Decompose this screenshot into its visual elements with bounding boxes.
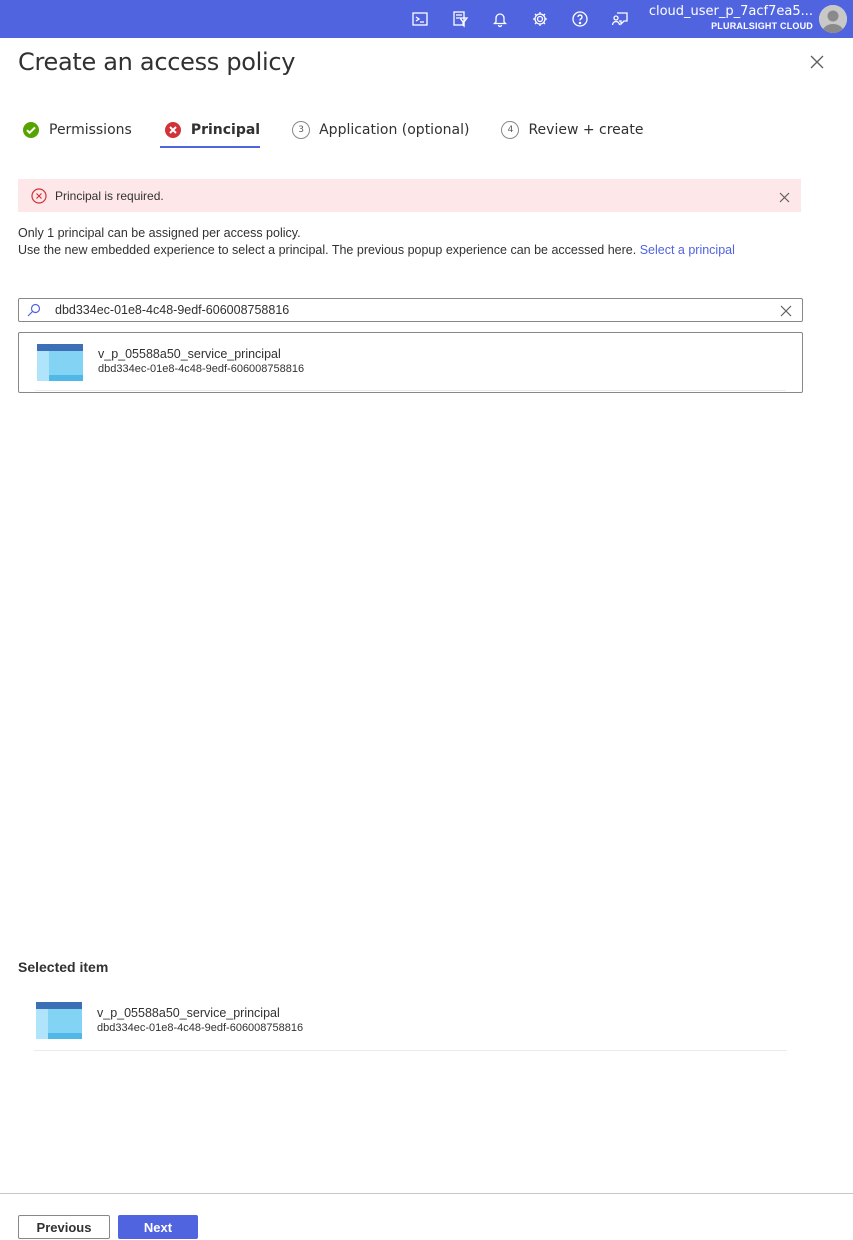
page-title: Create an access policy [18, 48, 296, 76]
account-tenant: PLURALSIGHT CLOUD [711, 21, 813, 31]
app-registration-icon [36, 1002, 82, 1039]
error-circle-icon [164, 122, 181, 138]
feedback-icon[interactable] [600, 0, 640, 38]
directory-filter-icon[interactable] [440, 0, 480, 38]
settings-icon[interactable] [520, 0, 560, 38]
cloud-shell-icon[interactable] [400, 0, 440, 38]
avatar[interactable] [819, 5, 847, 33]
selected-text: v_p_05588a50_service_principal dbd334ec-… [97, 1006, 303, 1036]
selected-item-heading: Selected item [18, 959, 109, 975]
result-id: dbd334ec-01e8-4c48-9edf-606008758816 [98, 363, 305, 375]
wizard-tabs: Permissions Principal 3 Application (opt… [18, 116, 671, 150]
close-icon[interactable] [809, 54, 825, 70]
search-input[interactable] [55, 303, 755, 317]
selected-name: v_p_05588a50_service_principal [97, 1006, 280, 1020]
tab-label: Review + create [528, 122, 644, 138]
tab-application[interactable]: 3 Application (optional) [288, 116, 469, 144]
account-info[interactable]: cloud_user_p_7acf7ea5... PLURALSIGHT CLO… [649, 4, 813, 33]
selected-id: dbd334ec-01e8-4c48-9edf-606008758816 [97, 1022, 304, 1034]
previous-button[interactable]: Previous [18, 1215, 110, 1239]
help-icon[interactable] [560, 0, 600, 38]
info-line-1: Only 1 principal can be assigned per acc… [18, 226, 301, 240]
select-principal-link[interactable]: Select a principal [640, 243, 735, 257]
search-results: v_p_05588a50_service_principal dbd334ec-… [18, 332, 803, 393]
error-circle-icon [31, 187, 47, 204]
info-line-2-text: Use the new embedded experience to selec… [18, 243, 637, 257]
clear-search-icon[interactable] [780, 304, 792, 317]
selected-item[interactable]: v_p_05588a50_service_principal dbd334ec-… [34, 1000, 787, 1051]
step-number-icon: 3 [292, 121, 311, 139]
dismiss-banner-icon[interactable] [779, 190, 790, 203]
tab-label: Principal [190, 122, 261, 138]
result-name: v_p_05588a50_service_principal [98, 347, 281, 361]
account-username: cloud_user_p_7acf7ea5... [648, 4, 813, 19]
result-item[interactable]: v_p_05588a50_service_principal dbd334ec-… [35, 333, 786, 391]
search-icon [27, 303, 41, 317]
app-registration-icon [37, 344, 83, 381]
info-line-2: Use the new embedded experience to selec… [18, 242, 735, 259]
notifications-icon[interactable] [480, 0, 520, 38]
error-banner: Principal is required. [18, 179, 801, 212]
tab-review-create[interactable]: 4 Review + create [497, 116, 643, 144]
tab-permissions[interactable]: Permissions [18, 116, 132, 144]
principal-search[interactable] [18, 298, 803, 322]
result-text: v_p_05588a50_service_principal dbd334ec-… [98, 347, 304, 377]
info-text: Only 1 principal can be assigned per acc… [18, 225, 735, 259]
error-message: Principal is required. [55, 188, 164, 203]
next-button[interactable]: Next [118, 1215, 198, 1239]
tab-label: Application (optional) [319, 122, 470, 138]
tab-label: Permissions [49, 122, 132, 138]
top-bar-icons [400, 0, 640, 38]
step-number-icon: 4 [501, 121, 520, 139]
top-bar: cloud_user_p_7acf7ea5... PLURALSIGHT CLO… [0, 0, 853, 38]
tab-principal[interactable]: Principal [159, 116, 261, 148]
check-circle-icon [23, 122, 39, 138]
footer: Previous Next [0, 1193, 853, 1240]
